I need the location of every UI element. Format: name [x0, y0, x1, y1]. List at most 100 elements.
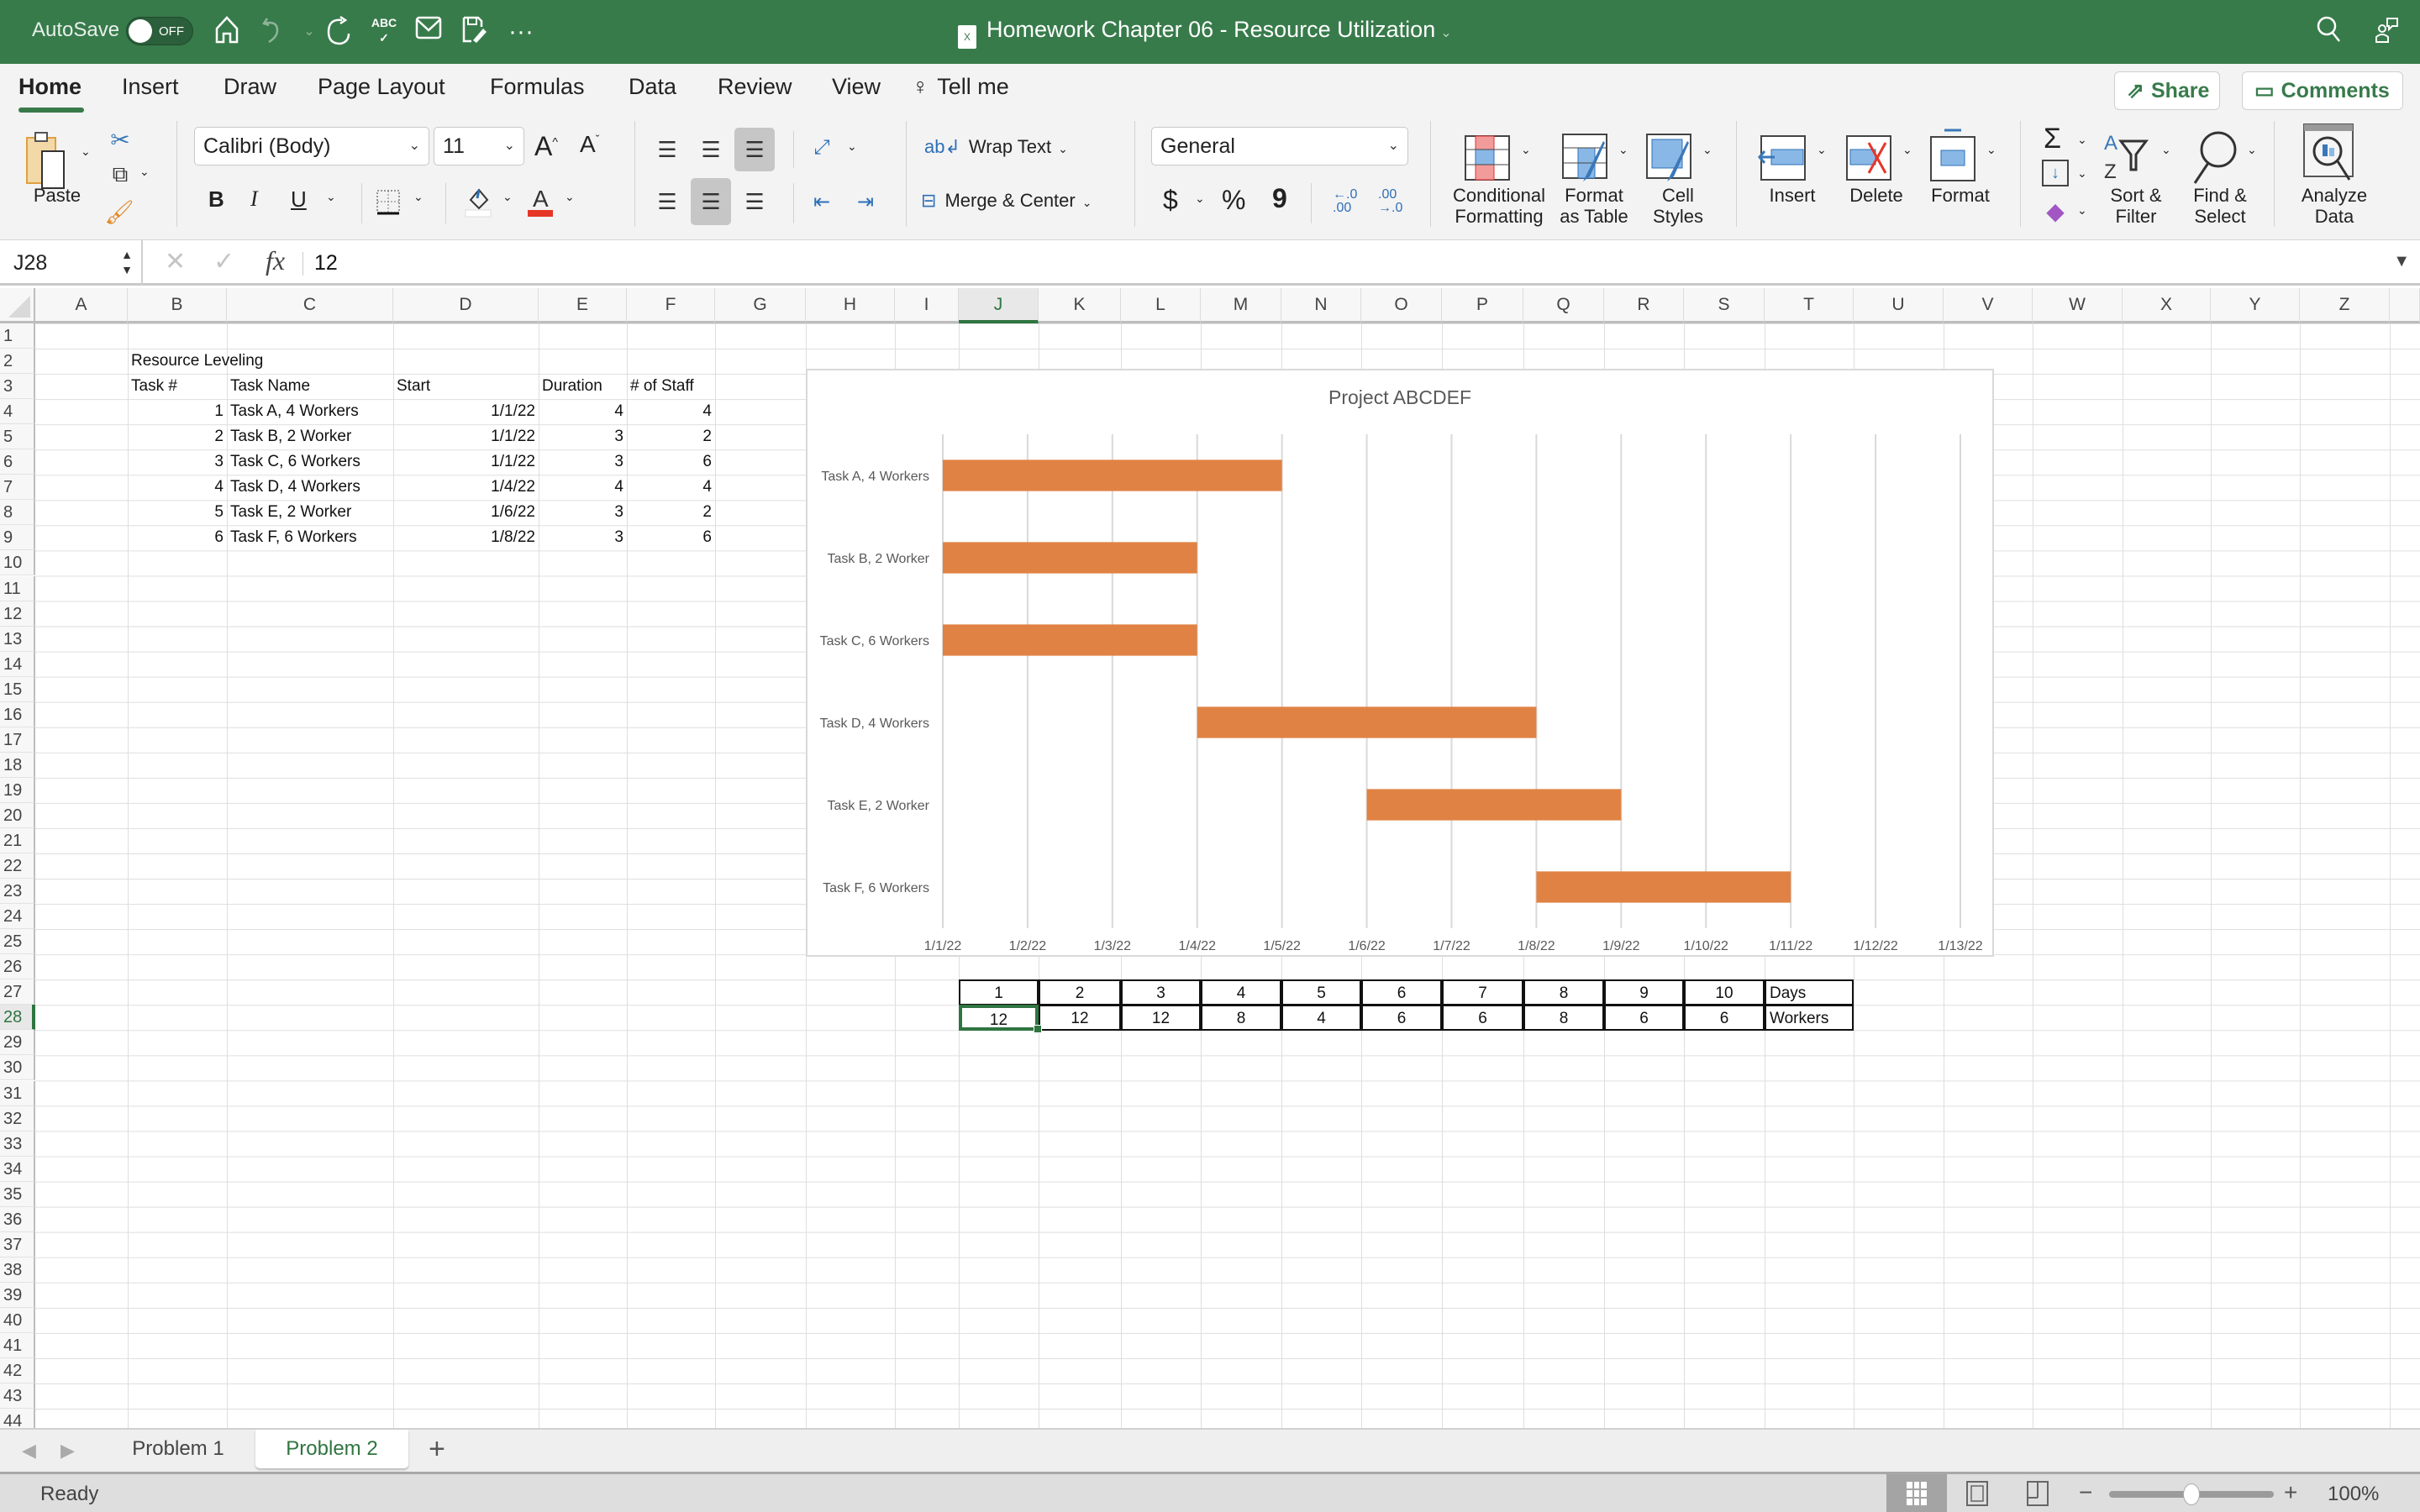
undo-dropdown-icon[interactable]: ⌄ [292, 15, 326, 49]
row-header-20[interactable]: 20 [0, 802, 35, 828]
insert-cells-icon[interactable] [1758, 133, 1808, 183]
row-header-39[interactable]: 39 [0, 1282, 35, 1308]
fill-color-icon[interactable] [464, 185, 492, 218]
cell-styles-dropdown-icon[interactable]: ⌄ [1702, 143, 1712, 157]
undo-icon[interactable] [256, 15, 290, 49]
name-box[interactable]: J28 ▲ ▼ [0, 240, 143, 286]
header-cell-staff[interactable]: # of Staff [627, 374, 715, 399]
autosum-dropdown-icon[interactable]: ⌄ [2077, 133, 2087, 147]
align-right-icon[interactable]: ☰ [739, 185, 770, 218]
borders-dropdown-icon[interactable]: ⌄ [413, 190, 424, 204]
workers-cell[interactable]: 6 [1604, 1005, 1684, 1032]
workers-label-cell[interactable]: Workers [1765, 1005, 1854, 1032]
format-as-table-dropdown-icon[interactable]: ⌄ [1618, 143, 1628, 157]
task-name-cell[interactable]: Task A, 4 Workers [227, 399, 393, 424]
row-header-18[interactable]: 18 [0, 752, 35, 778]
bold-button[interactable]: B [208, 186, 224, 213]
tab-review[interactable]: Review [718, 74, 792, 100]
percent-button[interactable]: % [1222, 185, 1245, 216]
workers-cell[interactable]: 12 [1039, 1005, 1121, 1032]
duration-cell[interactable]: 3 [539, 424, 627, 449]
format-cells-dropdown-icon[interactable]: ⌄ [1986, 143, 1996, 157]
days-label-cell[interactable]: Days [1765, 979, 1854, 1006]
sort-filter-icon[interactable]: AZ [2101, 128, 2160, 186]
copy-dropdown-icon[interactable]: ⌄ [139, 165, 150, 179]
zoom-in-button[interactable]: + [2284, 1479, 2297, 1506]
borders-icon[interactable] [375, 188, 402, 217]
find-select-dropdown-icon[interactable]: ⌄ [2247, 143, 2257, 157]
day-cell[interactable]: 2 [1039, 979, 1121, 1006]
row-header-42[interactable]: 42 [0, 1358, 35, 1384]
column-header-w[interactable]: W [2033, 288, 2123, 323]
column-header-m[interactable]: M [1201, 288, 1281, 323]
page-break-view-icon[interactable] [2007, 1474, 2068, 1512]
clear-icon[interactable]: ◆ [2042, 197, 2069, 225]
row-header-28[interactable]: 28 [0, 1005, 35, 1031]
task-name-cell[interactable]: Task E, 2 Worker [227, 500, 393, 525]
format-cells-icon[interactable] [1928, 126, 1978, 183]
next-sheet-icon[interactable]: ▶ [60, 1440, 75, 1462]
gantt-bar[interactable] [943, 459, 1282, 491]
day-cell[interactable]: 5 [1281, 979, 1361, 1006]
column-header-q[interactable]: Q [1523, 288, 1604, 323]
row-header-25[interactable]: 25 [0, 929, 35, 955]
tab-insert[interactable]: Insert [122, 74, 179, 100]
workers-cell[interactable]: 8 [1201, 1005, 1281, 1032]
save-as-icon[interactable] [458, 15, 492, 49]
start-date-cell[interactable]: 1/1/22 [393, 399, 539, 424]
row-header-10[interactable]: 10 [0, 550, 35, 576]
day-cell[interactable]: 10 [1684, 979, 1765, 1006]
share-button[interactable]: ⇗ Share [2114, 71, 2220, 110]
fill-handle[interactable] [1034, 1025, 1042, 1034]
gantt-chart[interactable]: Project ABCDEF Task A, 4 Workers Task B, … [806, 369, 1994, 957]
zoom-slider-handle[interactable] [2183, 1483, 2200, 1505]
staff-cell[interactable]: 4 [627, 399, 715, 424]
task-number-cell[interactable]: 3 [128, 449, 227, 475]
row-header-24[interactable]: 24 [0, 904, 35, 930]
column-header-o[interactable]: O [1361, 288, 1442, 323]
gantt-bar[interactable] [1197, 706, 1537, 738]
row-header-7[interactable]: 7 [0, 475, 35, 501]
increase-font-size-icon[interactable]: A^ [534, 131, 558, 162]
row-header-4[interactable]: 4 [0, 399, 35, 425]
column-header-x[interactable]: X [2123, 288, 2211, 323]
column-header-g[interactable]: G [715, 288, 806, 323]
font-name-dropdown[interactable]: Calibri (Body) ⌄ [194, 127, 429, 165]
row-header-9[interactable]: 9 [0, 525, 35, 551]
formula-input[interactable]: 12 [314, 240, 338, 286]
analyze-data-icon[interactable] [2302, 123, 2356, 183]
column-header-i[interactable]: I [895, 288, 959, 323]
orientation-icon[interactable]: ⤢ [807, 131, 837, 165]
start-date-cell[interactable]: 1/1/22 [393, 424, 539, 449]
header-cell-task-name[interactable]: Task Name [227, 374, 393, 399]
column-header-t[interactable]: T [1765, 288, 1854, 323]
row-header-12[interactable]: 12 [0, 601, 35, 627]
row-header-41[interactable]: 41 [0, 1333, 35, 1359]
staff-cell[interactable]: 6 [627, 449, 715, 475]
row-header-35[interactable]: 35 [0, 1181, 35, 1207]
sheet-tab-problem-2[interactable]: Problem 2 [255, 1430, 408, 1468]
duration-cell[interactable]: 4 [539, 399, 627, 424]
row-header-29[interactable]: 29 [0, 1030, 35, 1056]
task-name-cell[interactable]: Task F, 6 Workers [227, 525, 393, 550]
tab-draw[interactable]: Draw [224, 74, 276, 100]
share-people-icon[interactable] [2370, 15, 2403, 49]
row-header-11[interactable]: 11 [0, 575, 35, 601]
start-date-cell[interactable]: 1/4/22 [393, 475, 539, 500]
column-header-overflow[interactable] [2390, 288, 2420, 323]
previous-sheet-icon[interactable]: ◀ [22, 1440, 36, 1462]
task-name-cell[interactable]: Task D, 4 Workers [227, 475, 393, 500]
workers-cell[interactable]: 4 [1281, 1005, 1361, 1032]
column-header-c[interactable]: C [227, 288, 393, 323]
gantt-bar[interactable] [943, 542, 1197, 574]
merge-center-button[interactable]: ⊟ Merge & Center ⌄ [921, 190, 1092, 212]
start-date-cell[interactable]: 1/8/22 [393, 525, 539, 550]
workers-cell[interactable]: 6 [1361, 1005, 1442, 1032]
column-header-u[interactable]: U [1854, 288, 1944, 323]
currency-dropdown-icon[interactable]: ⌄ [1195, 192, 1205, 206]
row-header-36[interactable]: 36 [0, 1206, 35, 1232]
row-header-38[interactable]: 38 [0, 1257, 35, 1283]
font-color-icon[interactable]: A [526, 185, 555, 218]
workers-cell[interactable]: 6 [1684, 1005, 1765, 1032]
row-header-2[interactable]: 2 [0, 349, 35, 375]
